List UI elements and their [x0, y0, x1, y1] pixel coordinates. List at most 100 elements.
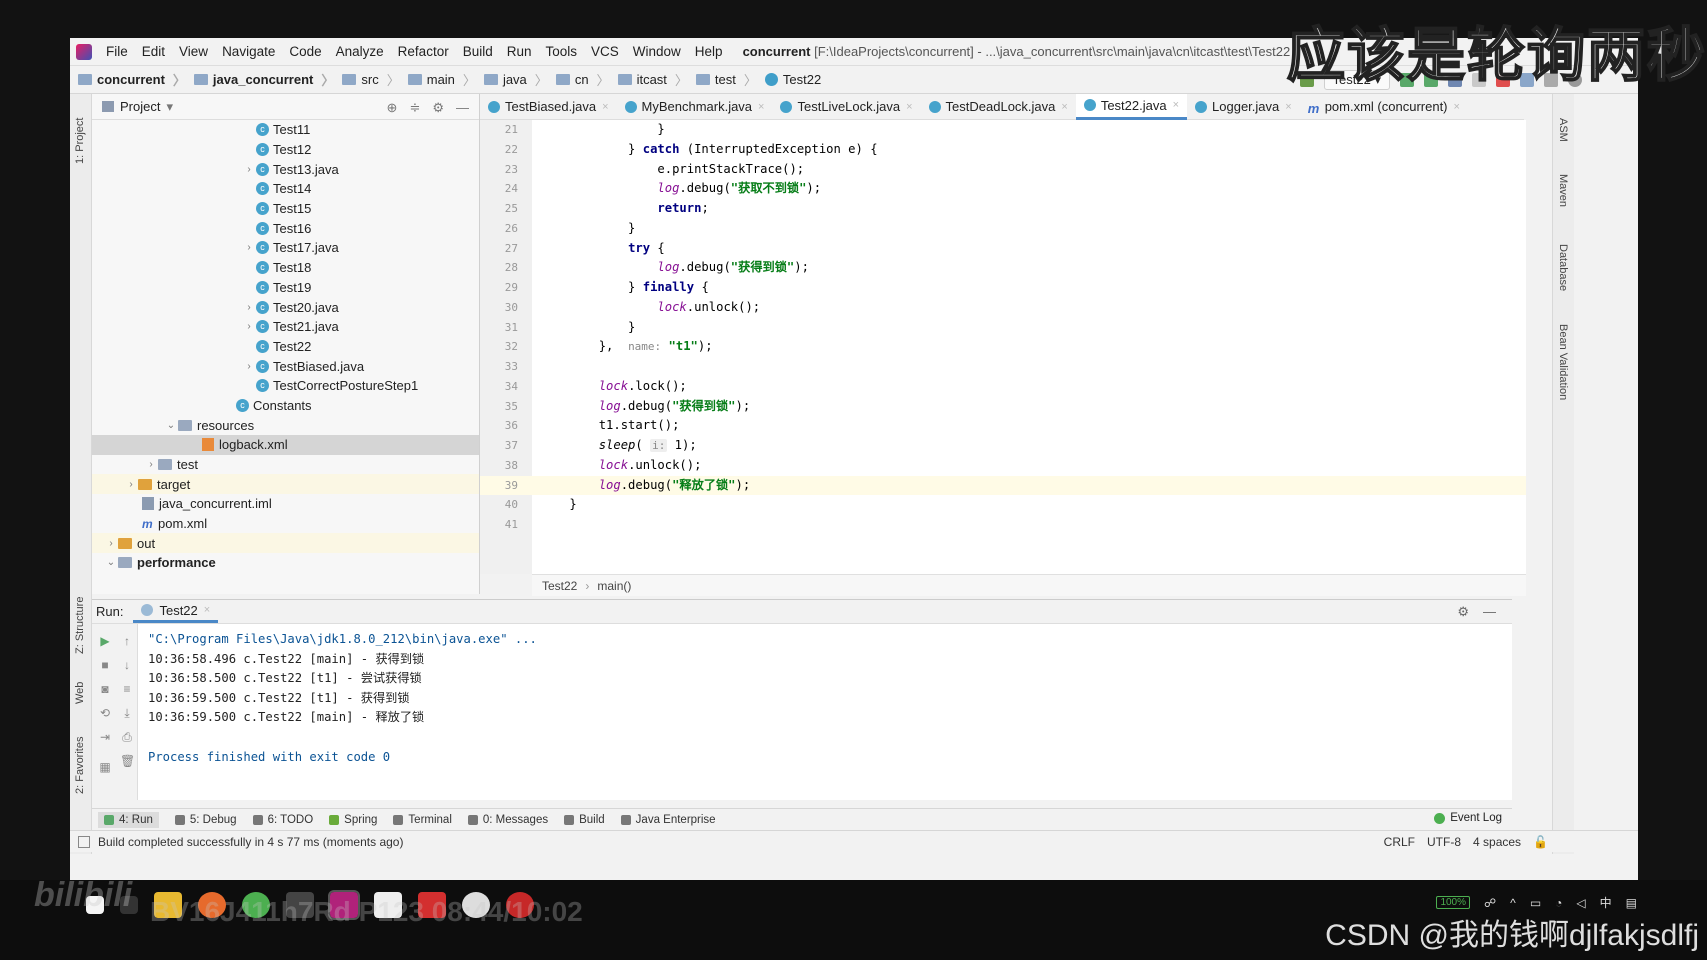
- code-line[interactable]: [532, 515, 1526, 535]
- close-icon[interactable]: ×: [758, 101, 764, 113]
- tree-item[interactable]: logback.xml: [92, 435, 479, 455]
- code-line[interactable]: t1.start();: [532, 416, 1526, 436]
- editor-tab[interactable]: TestLiveLock.java ×: [772, 94, 920, 120]
- line-number[interactable]: 26: [480, 219, 532, 239]
- line-number[interactable]: 24: [480, 179, 532, 199]
- run-console[interactable]: "C:\Program Files\Java\jdk1.8.0_212\bin\…: [138, 624, 1512, 800]
- favorites-tool-button[interactable]: 2: Favorites: [74, 737, 86, 794]
- code-line[interactable]: }: [532, 120, 1526, 140]
- indent-setting[interactable]: 4 spaces: [1473, 835, 1521, 849]
- tree-item[interactable]: c Test22: [92, 337, 479, 357]
- tree-item[interactable]: c Test12: [92, 140, 479, 160]
- soft-wrap-icon[interactable]: ≡: [120, 682, 134, 696]
- collapse-all-icon[interactable]: ≑: [409, 100, 420, 116]
- code-line[interactable]: lock.lock();: [532, 377, 1526, 397]
- breadcrumb-item[interactable]: src 〉: [342, 70, 400, 89]
- line-number[interactable]: 29: [480, 278, 532, 298]
- tree-item[interactable]: › out: [92, 533, 479, 554]
- menu-run[interactable]: Run: [507, 44, 532, 59]
- breadcrumb-item[interactable]: java 〉: [483, 70, 548, 89]
- line-number[interactable]: 39: [480, 475, 532, 496]
- expand-arrow-icon[interactable]: ›: [124, 479, 138, 490]
- breadcrumb-item[interactable]: java_concurrent 〉: [193, 70, 334, 89]
- lock-icon[interactable]: 🔓: [1533, 835, 1548, 849]
- menu-window[interactable]: Window: [633, 44, 681, 59]
- minimize-icon[interactable]: —: [1483, 604, 1496, 620]
- code-line[interactable]: }: [532, 495, 1526, 515]
- code-line[interactable]: }: [532, 219, 1526, 239]
- web-tool-button[interactable]: Web: [74, 682, 86, 704]
- code-line[interactable]: [532, 357, 1526, 377]
- expand-arrow-icon[interactable]: ›: [104, 538, 118, 549]
- menu-code[interactable]: Code: [289, 44, 321, 59]
- volume-icon[interactable]: ◁: [1576, 896, 1585, 910]
- breadcrumb-class[interactable]: Test22: [542, 579, 577, 593]
- breadcrumb-item[interactable]: Test22: [764, 72, 821, 87]
- tree-item[interactable]: c TestCorrectPostureStep1: [92, 376, 479, 396]
- database-tool-button[interactable]: Database: [1557, 244, 1569, 291]
- menu-build[interactable]: Build: [463, 44, 493, 59]
- code-line[interactable]: lock.unlock();: [532, 298, 1526, 318]
- tree-item[interactable]: c Test11: [92, 120, 479, 140]
- breadcrumb-item[interactable]: main 〉: [407, 70, 476, 89]
- editor-tab[interactable]: MyBenchmark.java ×: [617, 94, 773, 120]
- menu-vcs[interactable]: VCS: [591, 44, 619, 59]
- expand-arrow-icon[interactable]: ⌄: [164, 420, 178, 431]
- locate-icon[interactable]: ⊕: [387, 100, 398, 116]
- restore-icon[interactable]: ⟲: [98, 706, 112, 720]
- gear-icon[interactable]: ⚙: [1457, 604, 1469, 620]
- line-number[interactable]: 34: [480, 377, 532, 397]
- tree-item[interactable]: › target: [92, 474, 479, 495]
- editor-tab[interactable]: TestBiased.java ×: [480, 94, 617, 120]
- code-line[interactable]: }: [532, 318, 1526, 338]
- project-tool-button[interactable]: 1: Project: [74, 118, 86, 164]
- breadcrumb-method[interactable]: main(): [597, 579, 631, 593]
- code-line[interactable]: } finally {: [532, 278, 1526, 298]
- event-log-button[interactable]: Event Log: [1434, 812, 1502, 824]
- line-number[interactable]: 22: [480, 140, 532, 160]
- expand-arrow-icon[interactable]: ›: [242, 302, 256, 313]
- close-icon[interactable]: ×: [1173, 99, 1179, 111]
- user-icon[interactable]: ☍: [1484, 896, 1496, 910]
- line-number[interactable]: 25: [480, 199, 532, 219]
- code-line[interactable]: }, name: "t1");: [532, 337, 1526, 357]
- camera-icon[interactable]: ◙: [98, 682, 112, 696]
- chevron-up-icon[interactable]: ^: [1510, 896, 1516, 910]
- expand-arrow-icon[interactable]: ›: [242, 242, 256, 253]
- status-toggle-icon[interactable]: [78, 835, 90, 848]
- line-number[interactable]: 28: [480, 258, 532, 278]
- code-line[interactable]: try {: [532, 239, 1526, 259]
- line-number[interactable]: 23: [480, 160, 532, 180]
- maven-tool-button[interactable]: Maven: [1557, 174, 1569, 207]
- tree-item[interactable]: c Test15: [92, 199, 479, 219]
- tree-item[interactable]: › c Test17.java: [92, 238, 479, 258]
- tree-item[interactable]: ⌄ performance: [92, 553, 479, 573]
- tree-item[interactable]: m pom.xml: [92, 514, 479, 534]
- menu-navigate[interactable]: Navigate: [222, 44, 275, 59]
- gear-icon[interactable]: ⚙: [432, 100, 444, 116]
- line-number[interactable]: 32: [480, 337, 532, 357]
- tree-item[interactable]: c Test16: [92, 218, 479, 238]
- expand-arrow-icon[interactable]: ›: [242, 361, 256, 372]
- line-number[interactable]: 31: [480, 318, 532, 338]
- trash-icon[interactable]: 🗑: [120, 754, 135, 768]
- tree-item[interactable]: ⌄ resources: [92, 415, 479, 435]
- tree-item[interactable]: › c TestBiased.java: [92, 356, 479, 376]
- tool-tab-spring[interactable]: Spring: [329, 814, 377, 826]
- status-message[interactable]: Build completed successfully in 4 s 77 m…: [98, 835, 403, 849]
- project-view-select[interactable]: Project: [120, 99, 160, 114]
- tool-tab-todo[interactable]: 6: TODO: [252, 814, 313, 826]
- breadcrumb-item[interactable]: concurrent 〉: [78, 70, 186, 89]
- menu-edit[interactable]: Edit: [142, 44, 165, 59]
- close-icon[interactable]: ×: [1454, 101, 1460, 113]
- expand-arrow-icon[interactable]: ›: [242, 321, 256, 332]
- breadcrumb-item[interactable]: test 〉: [695, 70, 757, 89]
- layout-icon[interactable]: ▦: [98, 760, 112, 774]
- line-number[interactable]: 27: [480, 239, 532, 259]
- run-tab[interactable]: Test22 ×: [133, 601, 219, 623]
- close-icon[interactable]: ×: [1285, 101, 1291, 113]
- exit-icon[interactable]: ⇥: [98, 730, 112, 744]
- battery-indicator[interactable]: 100%: [1436, 896, 1471, 909]
- bean-validation-tool-button[interactable]: Bean Validation: [1557, 324, 1569, 400]
- code-line[interactable]: log.debug("释放了锁");: [532, 475, 1526, 496]
